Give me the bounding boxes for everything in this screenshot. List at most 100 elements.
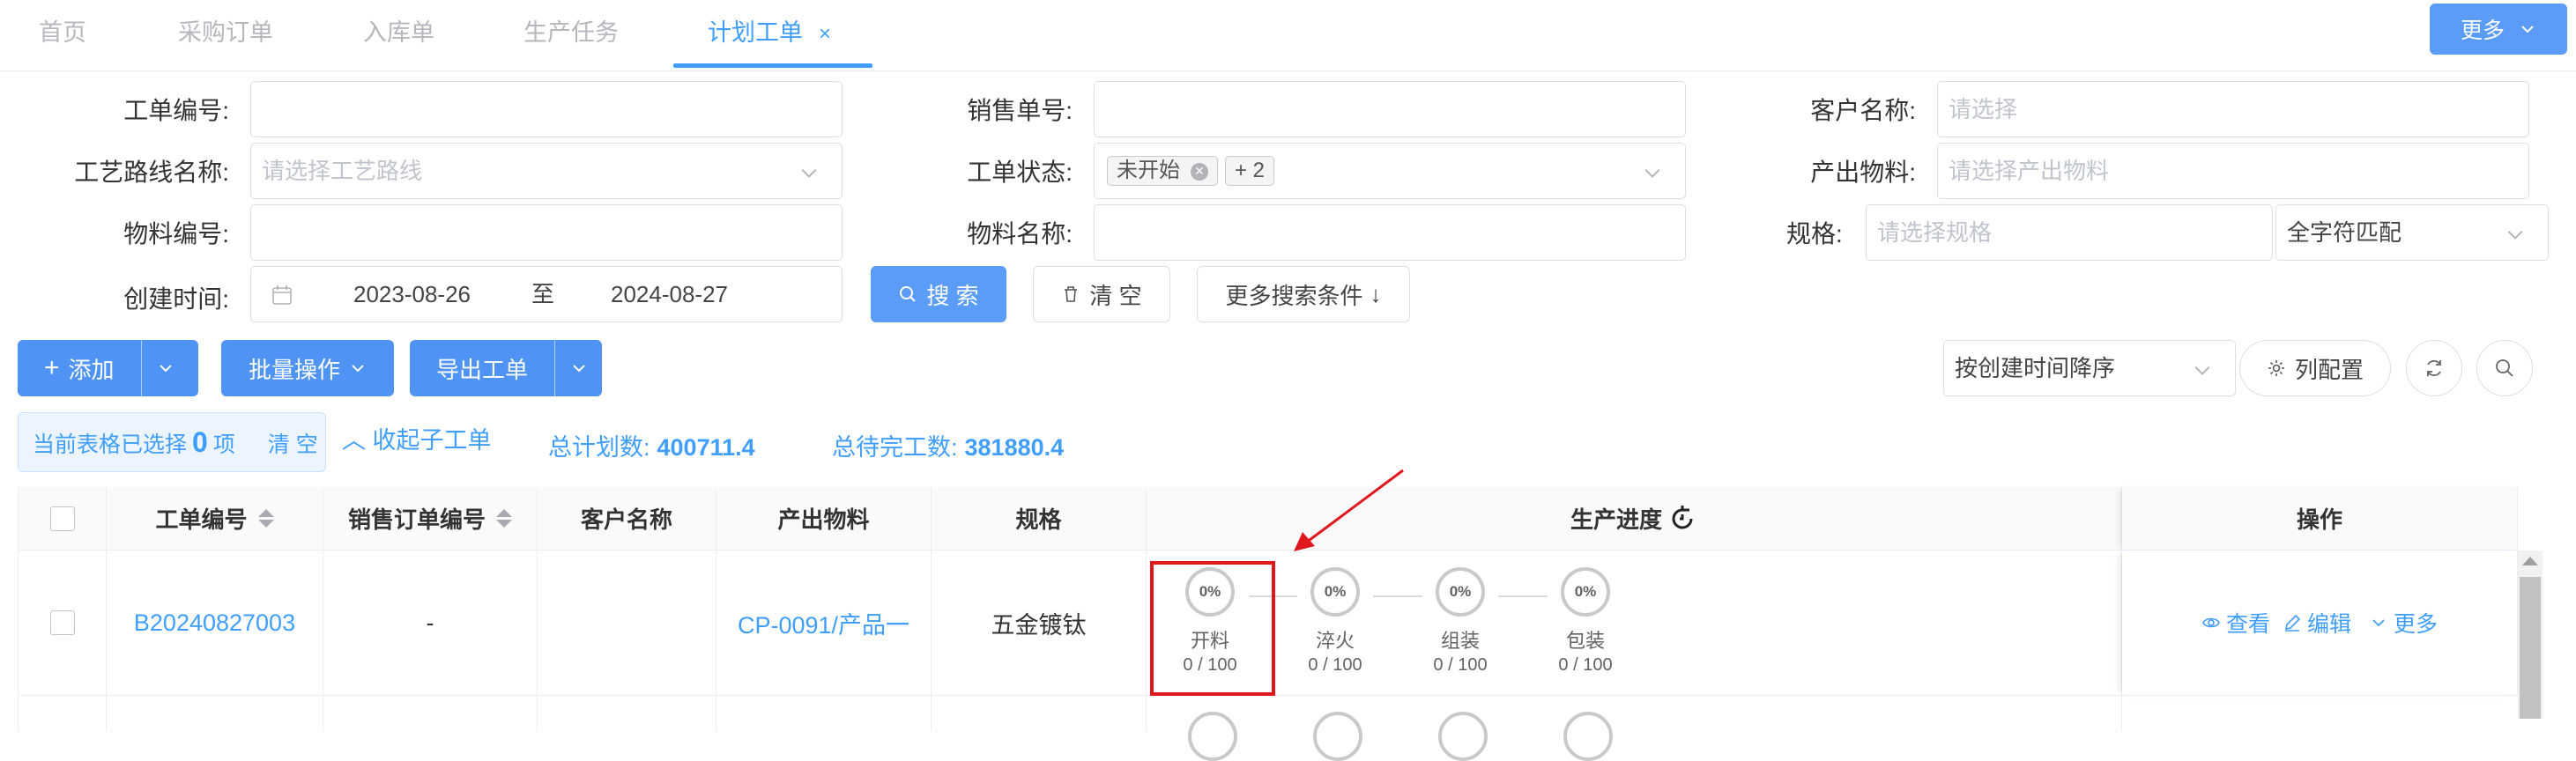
customer-cell bbox=[538, 550, 716, 696]
tab-plan-work-order[interactable]: 计划工单 × bbox=[708, 0, 831, 69]
tab-production-task[interactable]: 生产任务 bbox=[523, 0, 619, 69]
spec-label-text: 规格 bbox=[1786, 220, 1837, 248]
spec-label-colon: : bbox=[1836, 220, 1843, 248]
more-conditions-button[interactable]: 更多搜索条件 ↓ bbox=[1197, 266, 1410, 322]
table-cell bbox=[1147, 696, 2122, 731]
customer-select[interactable]: 请选择 bbox=[1937, 81, 2529, 137]
col-work-order-no[interactable]: 工单编号 bbox=[107, 487, 323, 550]
col-sales-order-no[interactable]: 销售订单编号 bbox=[323, 487, 538, 550]
date-start[interactable]: 2023-08-26 bbox=[353, 267, 471, 321]
refresh-icon bbox=[2427, 359, 2441, 377]
col-spec: 规格 bbox=[932, 487, 1147, 550]
search-button[interactable]: 搜 索 bbox=[871, 266, 1006, 322]
add-split-button: + 添加 bbox=[18, 340, 198, 396]
tab-label: 计划工单 bbox=[708, 19, 803, 46]
row-checkbox[interactable] bbox=[49, 610, 75, 635]
material-no-input[interactable] bbox=[250, 204, 843, 261]
table-cell bbox=[323, 696, 538, 731]
step-qty: 0 / 100 bbox=[1433, 655, 1488, 675]
chevron-down-icon bbox=[1644, 168, 1660, 178]
select-all-checkbox[interactable] bbox=[49, 506, 75, 531]
work-order-no-label: 工单编号: bbox=[123, 97, 229, 124]
spec-placeholder: 请选择规格 bbox=[1877, 219, 1993, 246]
progress-step[interactable]: 0% 包装 0 / 100 bbox=[1533, 567, 1638, 676]
material-name-input[interactable] bbox=[1094, 204, 1686, 261]
col-work-order-no-label: 工单编号 bbox=[155, 506, 248, 533]
match-mode-select[interactable]: 全字符匹配 bbox=[2275, 204, 2549, 261]
clear-button-label: 清 空 bbox=[1089, 282, 1142, 309]
close-icon[interactable]: ✕ bbox=[1191, 162, 1208, 181]
toggle-search-button[interactable] bbox=[2476, 340, 2533, 396]
total-pending: 总待完工数: 381880.4 bbox=[832, 428, 1064, 462]
highlight-box bbox=[1150, 561, 1275, 696]
sort-select[interactable]: 按创建时间降序 bbox=[1943, 340, 2236, 396]
sales-no-input[interactable] bbox=[1094, 81, 1686, 137]
output-material-label: 产出物料: bbox=[1810, 159, 1916, 186]
progress-step[interactable]: 0% 淬火 0 / 100 bbox=[1282, 567, 1388, 676]
col-sales-order-no-label: 销售订单编号 bbox=[347, 506, 486, 533]
step-qty: 0 / 100 bbox=[1308, 655, 1362, 675]
total-plan: 总计划数: 400711.4 bbox=[548, 428, 755, 462]
more-button[interactable]: 更多 bbox=[2430, 4, 2567, 55]
more-conditions-label: 更多搜索条件 bbox=[1225, 282, 1363, 309]
more-actions-link[interactable]: 更多 bbox=[2369, 607, 2438, 639]
status-select[interactable]: 未开始 ✕ + 2 bbox=[1094, 143, 1686, 199]
col-customer: 客户名称 bbox=[538, 487, 716, 550]
refresh-button[interactable] bbox=[2406, 340, 2462, 396]
date-end[interactable]: 2024-08-27 bbox=[611, 267, 728, 321]
chevron-down-icon bbox=[2194, 366, 2210, 375]
spec-select[interactable]: 请选择规格 bbox=[1866, 204, 2273, 261]
refresh-icon[interactable] bbox=[1667, 504, 1697, 534]
export-dropdown-button[interactable] bbox=[554, 340, 602, 396]
edit-label: 编辑 bbox=[2306, 612, 2351, 637]
output-material-select[interactable]: 请选择产出物料 bbox=[1937, 143, 2529, 199]
total-plan-value: 400711.4 bbox=[657, 434, 755, 461]
column-config-button[interactable]: 列配置 bbox=[2239, 340, 2391, 396]
route-placeholder: 请选择工艺路线 bbox=[262, 158, 423, 184]
scrollbar-thumb[interactable] bbox=[2520, 577, 2541, 719]
tab-purchase-order[interactable]: 采购订单 bbox=[178, 0, 273, 69]
date-range-picker[interactable]: 2023-08-26 至 2024-08-27 bbox=[250, 266, 843, 322]
clear-button[interactable]: 清 空 bbox=[1033, 266, 1170, 322]
sort-icon[interactable] bbox=[496, 509, 512, 528]
step-percent: 0% bbox=[1310, 567, 1360, 617]
step-name: 包装 bbox=[1565, 630, 1605, 652]
scroll-up-icon[interactable] bbox=[2522, 557, 2538, 565]
column-config-label: 列配置 bbox=[2294, 356, 2364, 383]
export-button-label: 导出工单 bbox=[436, 356, 529, 383]
trash-icon bbox=[1065, 286, 1078, 302]
table-cell bbox=[538, 696, 716, 731]
selection-info: 当前表格已选择 0 项 清 空 bbox=[18, 412, 326, 472]
arrow-down-icon: ↓ bbox=[1370, 280, 1382, 307]
progress-step bbox=[1438, 712, 1488, 761]
chevron-up-icon: ︿ bbox=[342, 427, 366, 454]
active-tab-indicator bbox=[673, 63, 872, 68]
spec-cell: 五金镀钛 bbox=[932, 550, 1147, 696]
status-more-tag: + 2 bbox=[1225, 156, 1275, 186]
tab-home[interactable]: 首页 bbox=[39, 0, 86, 69]
step-percent: 0% bbox=[1436, 567, 1485, 617]
progress-step[interactable]: 0% 组装 0 / 100 bbox=[1407, 567, 1513, 676]
add-button[interactable]: + 添加 bbox=[18, 340, 141, 396]
close-icon[interactable]: × bbox=[819, 22, 831, 46]
collapse-subtasks-link[interactable]: ︿ 收起子工单 bbox=[342, 421, 492, 455]
work-order-no-input[interactable] bbox=[250, 81, 843, 137]
work-order-no-link[interactable]: B20240827003 bbox=[107, 550, 323, 696]
progress-step bbox=[1563, 712, 1613, 761]
date-separator: 至 bbox=[531, 281, 555, 307]
edit-link[interactable]: 编辑 bbox=[2283, 607, 2351, 639]
select-all-checkbox-cell bbox=[18, 487, 107, 550]
sales-order-no-cell: - bbox=[323, 550, 538, 696]
output-material-link[interactable]: CP-0091/产品一 bbox=[716, 550, 932, 696]
chevron-down-icon bbox=[801, 168, 817, 178]
row-checkbox-cell bbox=[18, 550, 107, 696]
sort-icon[interactable] bbox=[257, 509, 274, 528]
export-button[interactable]: 导出工单 bbox=[410, 340, 554, 396]
view-link[interactable]: 查看 bbox=[2201, 607, 2270, 639]
batch-operations-button[interactable]: 批量操作 bbox=[221, 340, 394, 396]
route-select[interactable]: 请选择工艺路线 bbox=[250, 143, 843, 199]
tab-inbound[interactable]: 入库单 bbox=[363, 0, 434, 69]
selection-clear-link[interactable]: 清 空 bbox=[268, 432, 318, 457]
more-button-label: 更多 bbox=[2460, 18, 2505, 43]
add-dropdown-button[interactable] bbox=[140, 340, 189, 396]
